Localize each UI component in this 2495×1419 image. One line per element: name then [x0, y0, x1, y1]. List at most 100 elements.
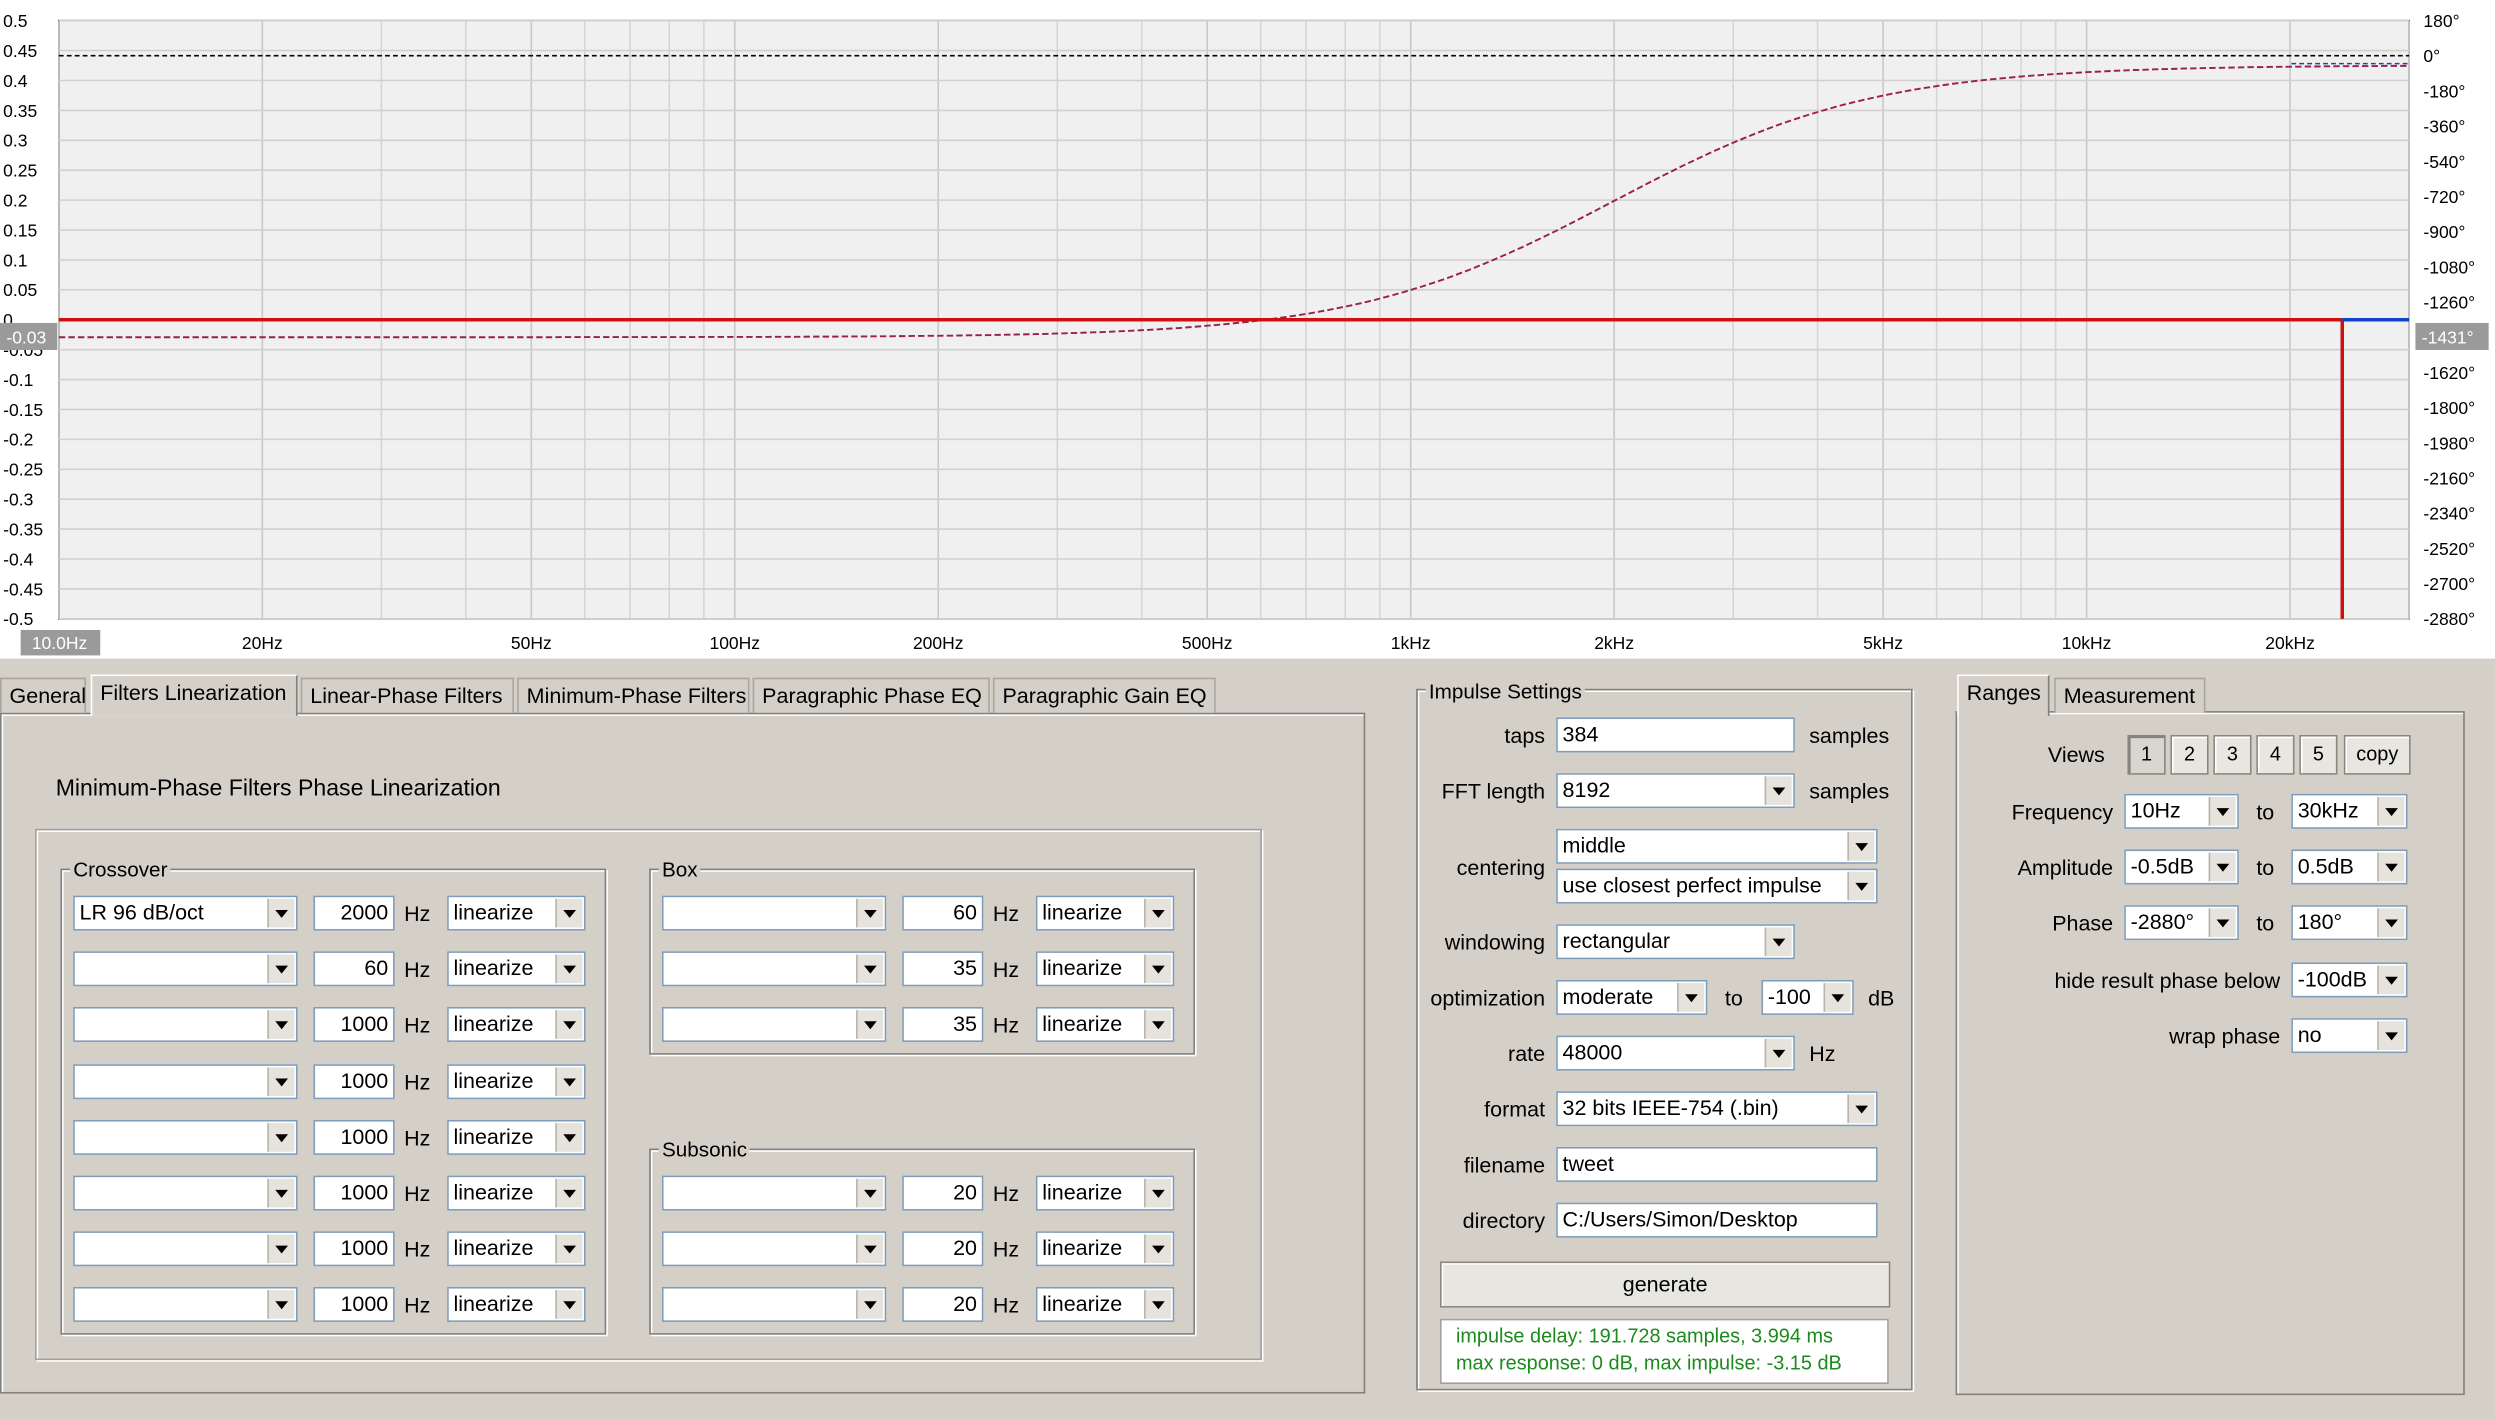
directory-input[interactable]: C:/Users/Simon/Desktop [1556, 1202, 1878, 1238]
crossover-filter-type-select[interactable] [73, 1007, 298, 1043]
box-frequency-input[interactable]: 60 [902, 895, 984, 931]
chevron-down-icon[interactable] [1144, 1010, 1172, 1040]
centering-select[interactable]: middle [1556, 828, 1878, 864]
chevron-down-icon[interactable] [1847, 1094, 1875, 1124]
centering-mode-select[interactable]: use closest perfect impulse [1556, 868, 1878, 904]
crossover-mode-select[interactable]: linearize [447, 1287, 586, 1323]
crossover-mode-select[interactable]: linearize [447, 951, 586, 987]
rate-select[interactable]: 48000 [1556, 1035, 1795, 1071]
amplitude-from-select[interactable]: -0.5dB [2124, 849, 2239, 885]
box-frequency-input[interactable]: 35 [902, 951, 984, 987]
phase-to-select[interactable]: 180° [2291, 905, 2408, 941]
chevron-down-icon[interactable] [555, 898, 583, 928]
wrap-phase-select[interactable]: no [2291, 1018, 2408, 1054]
chevron-down-icon[interactable] [1823, 983, 1851, 1012]
crossover-mode-select[interactable]: linearize [447, 1175, 586, 1211]
chevron-down-icon[interactable] [856, 954, 884, 984]
generate-button[interactable]: generate [1440, 1261, 1891, 1308]
crossover-frequency-input[interactable]: 2000 [313, 895, 395, 931]
chevron-down-icon[interactable] [555, 1178, 583, 1208]
box-filter-type-select[interactable] [661, 1007, 887, 1043]
chevron-down-icon[interactable] [267, 954, 295, 984]
chevron-down-icon[interactable] [267, 898, 295, 928]
crossover-mode-select[interactable]: linearize [447, 1063, 586, 1099]
subsonic-mode-select[interactable]: linearize [1035, 1287, 1175, 1323]
crossover-frequency-input[interactable]: 1000 [313, 1175, 395, 1211]
chevron-down-icon[interactable] [1847, 831, 1875, 861]
chevron-down-icon[interactable] [555, 1010, 583, 1040]
fft-length-select[interactable]: 8192 [1556, 773, 1795, 809]
chevron-down-icon[interactable] [1144, 1234, 1172, 1264]
tab-paragraphic-phase-eq[interactable]: Paragraphic Phase EQ [752, 677, 990, 713]
tab-linear-phase-filters[interactable]: Linear-Phase Filters [300, 677, 514, 713]
chevron-down-icon[interactable] [1677, 983, 1705, 1012]
subsonic-frequency-input[interactable]: 20 [902, 1231, 984, 1267]
chevron-down-icon[interactable] [2377, 908, 2405, 937]
chevron-down-icon[interactable] [267, 1234, 295, 1264]
chevron-down-icon[interactable] [1144, 954, 1172, 984]
frequency-from-select[interactable]: 10Hz [2124, 793, 2239, 829]
chevron-down-icon[interactable] [2208, 796, 2236, 826]
chevron-down-icon[interactable] [1847, 871, 1875, 901]
frequency-to-select[interactable]: 30kHz [2291, 793, 2408, 829]
chevron-down-icon[interactable] [267, 1122, 295, 1152]
filename-input[interactable]: tweet [1556, 1146, 1878, 1182]
chevron-down-icon[interactable] [856, 1178, 884, 1208]
frequency-response-graph[interactable]: 0.5 0.45 0.4 0.35 0.3 0.25 0.2 0.15 0.1 0.05 0 -0.0… [0, 0, 2495, 659]
chevron-down-icon[interactable] [2377, 852, 2405, 882]
crossover-filter-type-select[interactable] [73, 1231, 298, 1267]
view-3-button[interactable]: 3 [2213, 734, 2252, 775]
chevron-down-icon[interactable] [267, 1178, 295, 1208]
box-mode-select[interactable]: linearize [1035, 895, 1175, 931]
chevron-down-icon[interactable] [856, 1234, 884, 1264]
crossover-frequency-input[interactable]: 1000 [313, 1063, 395, 1099]
crossover-mode-select[interactable]: linearize [447, 1007, 586, 1043]
phase-from-select[interactable]: -2880° [2124, 905, 2239, 941]
chevron-down-icon[interactable] [856, 1290, 884, 1320]
chevron-down-icon[interactable] [267, 1066, 295, 1096]
crossover-mode-select[interactable]: linearize [447, 895, 586, 931]
subsonic-filter-type-select[interactable] [661, 1231, 887, 1267]
crossover-frequency-input[interactable]: 1000 [313, 1287, 395, 1323]
crossover-frequency-input[interactable]: 60 [313, 951, 395, 987]
amplitude-to-select[interactable]: 0.5dB [2291, 849, 2408, 885]
crossover-filter-type-select[interactable] [73, 1063, 298, 1099]
box-mode-select[interactable]: linearize [1035, 951, 1175, 987]
chevron-down-icon[interactable] [2377, 965, 2405, 995]
tab-filters-linearization[interactable]: Filters Linearization [90, 674, 298, 716]
chevron-down-icon[interactable] [2208, 852, 2236, 882]
crossover-mode-select[interactable]: linearize [447, 1231, 586, 1267]
tab-minimum-phase-filters[interactable]: Minimum-Phase Filters [517, 677, 750, 713]
chevron-down-icon[interactable] [555, 1122, 583, 1152]
chevron-down-icon[interactable] [555, 954, 583, 984]
windowing-select[interactable]: rectangular [1556, 924, 1795, 960]
crossover-frequency-input[interactable]: 1000 [313, 1007, 395, 1043]
box-filter-type-select[interactable] [661, 895, 887, 931]
chevron-down-icon[interactable] [1144, 1290, 1172, 1320]
crossover-filter-type-select[interactable] [73, 1287, 298, 1323]
subsonic-mode-select[interactable]: linearize [1035, 1175, 1175, 1211]
subsonic-frequency-input[interactable]: 20 [902, 1287, 984, 1323]
crossover-filter-type-select[interactable]: LR 96 dB/oct [73, 895, 298, 931]
tab-paragraphic-gain-eq[interactable]: Paragraphic Gain EQ [992, 677, 1216, 713]
chevron-down-icon[interactable] [555, 1066, 583, 1096]
tab-general[interactable]: General [0, 677, 86, 713]
crossover-frequency-input[interactable]: 1000 [313, 1119, 395, 1155]
crossover-filter-type-select[interactable] [73, 1175, 298, 1211]
tab-measurement[interactable]: Measurement [2054, 677, 2206, 713]
graph-canvas[interactable]: 0.50.450.40.350.30.250.20.150.10.050-0.0… [0, 0, 2495, 659]
subsonic-frequency-input[interactable]: 20 [902, 1175, 984, 1211]
crossover-mode-select[interactable]: linearize [447, 1119, 586, 1155]
chevron-down-icon[interactable] [2208, 908, 2236, 937]
chevron-down-icon[interactable] [1764, 927, 1792, 957]
box-mode-select[interactable]: linearize [1035, 1007, 1175, 1043]
chevron-down-icon[interactable] [1144, 898, 1172, 928]
crossover-frequency-input[interactable]: 1000 [313, 1231, 395, 1267]
view-5-button[interactable]: 5 [2299, 734, 2338, 775]
chevron-down-icon[interactable] [2377, 796, 2405, 826]
optimization-db-select[interactable]: -100 [1761, 979, 1854, 1015]
box-filter-type-select[interactable] [661, 951, 887, 987]
chevron-down-icon[interactable] [1764, 1038, 1792, 1068]
optimization-select[interactable]: moderate [1556, 979, 1708, 1015]
chevron-down-icon[interactable] [856, 1010, 884, 1040]
